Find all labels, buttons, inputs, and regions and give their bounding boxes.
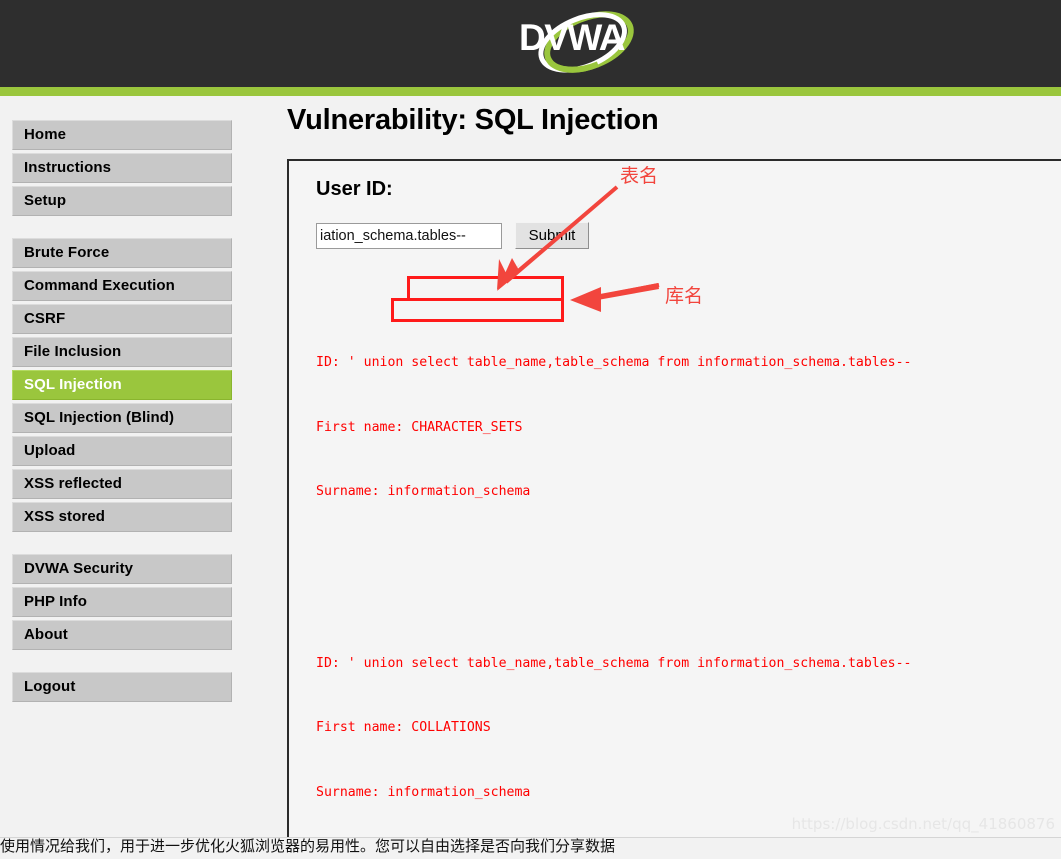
page-title: Vulnerability: SQL Injection <box>287 104 659 136</box>
user-id-input[interactable] <box>316 222 502 249</box>
nav-group-main: Home Instructions Setup <box>12 120 232 216</box>
result-block: ID: ' union select table_name,table_sche… <box>316 309 1061 546</box>
sidebar-item-upload[interactable]: Upload <box>12 436 232 466</box>
sidebar-item-brute-force[interactable]: Brute Force <box>12 238 232 268</box>
vulnerability-panel: User ID: Submit ID: ' union select table… <box>287 159 1061 859</box>
user-id-label: User ID: <box>316 178 393 200</box>
nav-group-settings: DVWA Security PHP Info About <box>12 554 232 650</box>
result-first-name-line: First name: CHARACTER_SETS <box>316 419 523 435</box>
browser-notification-text: 使用情况给我们，用于进一步优化火狐浏览器的易用性。您可以自由选择是否向我们分享数… <box>0 837 616 855</box>
sidebar-item-dvwa-security[interactable]: DVWA Security <box>12 554 232 584</box>
result-id-line: ID: ' union select table_name,table_sche… <box>316 355 912 370</box>
result-id-line: ID: ' union select table_name,table_sche… <box>316 655 912 671</box>
result-surname-line: Surname: information_schema <box>316 784 531 800</box>
dvwa-logo: DVWA <box>497 2 667 82</box>
browser-viewport: DVWA Home Instructions Setup Brute Force… <box>0 0 1061 859</box>
result-first-name-line: First name: COLLATIONS <box>316 720 491 735</box>
sidebar-item-setup[interactable]: Setup <box>12 186 232 216</box>
nav-group-session: Logout <box>12 672 232 702</box>
sidebar-item-xss-reflected[interactable]: XSS reflected <box>12 469 232 499</box>
result-surname-line: Surname: information_schema <box>316 484 531 499</box>
nav-group-vulnerabilities: Brute Force Command Execution CSRF File … <box>12 238 232 532</box>
browser-notification-strip: 使用情况给我们，用于进一步优化火狐浏览器的易用性。您可以自由选择是否向我们分享数… <box>0 837 1061 859</box>
sidebar-item-home[interactable]: Home <box>12 120 232 150</box>
dvwa-logo-text: DVWA <box>519 17 625 58</box>
brand-green-bar <box>0 87 1061 96</box>
sidebar-item-about[interactable]: About <box>12 620 232 650</box>
sidebar-item-csrf[interactable]: CSRF <box>12 304 232 334</box>
main-content: Vulnerability: SQL Injection User ID: Su… <box>287 104 1061 859</box>
submit-button[interactable]: Submit <box>515 222 589 249</box>
sidebar-item-logout[interactable]: Logout <box>12 672 232 702</box>
sidebar-item-file-inclusion[interactable]: File Inclusion <box>12 337 232 367</box>
sidebar-item-sql-injection[interactable]: SQL Injection <box>12 370 232 400</box>
sidebar-item-sql-injection-blind[interactable]: SQL Injection (Blind) <box>12 403 232 433</box>
sidebar-item-command-execution[interactable]: Command Execution <box>12 271 232 301</box>
sql-injection-form: Submit <box>316 222 1061 249</box>
site-header: DVWA <box>0 0 1061 87</box>
query-results: ID: ' union select table_name,table_sche… <box>316 266 1061 859</box>
sidebar-item-php-info[interactable]: PHP Info <box>12 587 232 617</box>
sidebar-item-instructions[interactable]: Instructions <box>12 153 232 183</box>
blog-watermark: https://blog.csdn.net/qq_41860876 <box>791 815 1055 833</box>
sidebar-item-xss-stored[interactable]: XSS stored <box>12 502 232 532</box>
result-block: ID: ' union select table_name,table_sche… <box>316 610 1061 847</box>
sidebar-navigation: Home Instructions Setup Brute Force Comm… <box>12 120 232 724</box>
